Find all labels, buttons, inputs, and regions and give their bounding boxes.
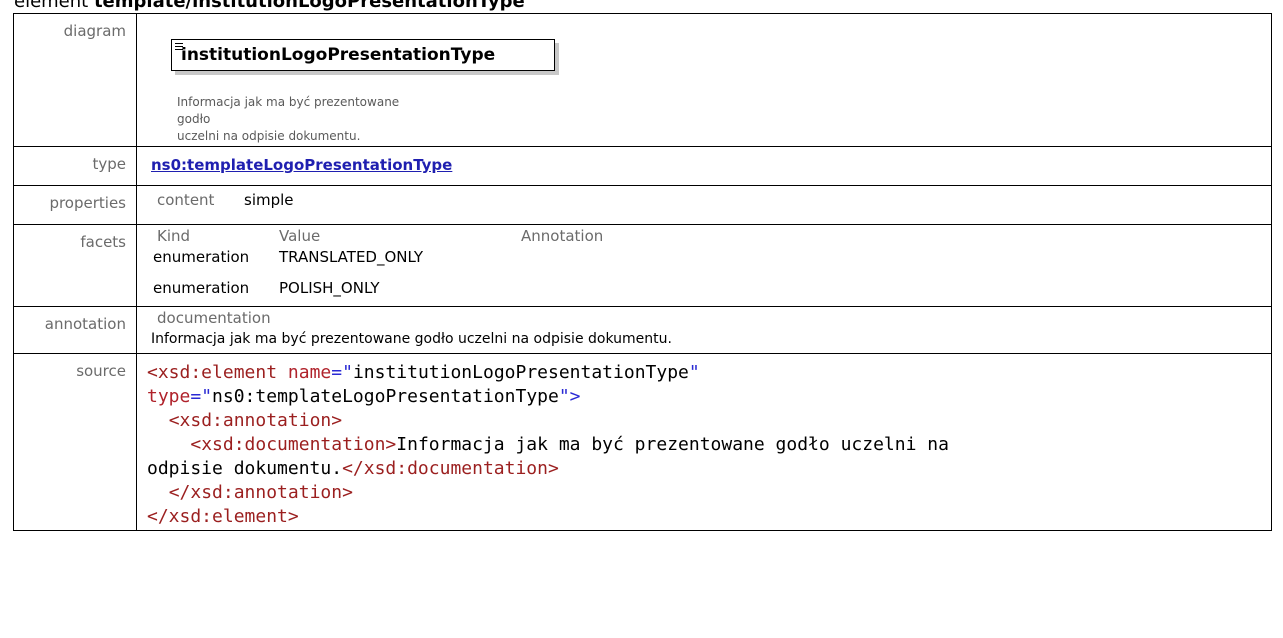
property-key: content	[157, 191, 215, 209]
facets-cell: Kind Value Annotation enumeration TRANSL…	[136, 224, 1272, 307]
diagram-doc-line2: uczelni na odpisie dokumentu.	[177, 129, 361, 143]
diagram-row: diagram institutionLogoPresentationType …	[13, 13, 1272, 147]
diagram-doc-line1: Informacja jak ma być prezentowane godło	[177, 95, 400, 126]
code-tag: <xsd:documentation>	[190, 434, 397, 455]
annotation-value: Informacja jak ma być prezentowane godło…	[151, 331, 672, 347]
source-label: source	[13, 353, 137, 531]
facets-label: facets	[13, 224, 137, 307]
diagram-element-box[interactable]: institutionLogoPresentationType	[171, 39, 555, 71]
code-text: odpisie dokumentu.	[147, 458, 343, 479]
facet-value: TRANSLATED_ONLY	[279, 248, 424, 266]
type-cell: ns0:templateLogoPresentationType	[136, 146, 1272, 186]
code-value: institutionLogoPresentationType	[352, 362, 689, 383]
annotation-cell: documentation Informacja jak ma być prez…	[136, 306, 1272, 354]
facets-header-annotation: Annotation	[521, 227, 604, 245]
source-row: source <xsd:element name="institutionLog…	[13, 353, 1272, 531]
code-tag: </xsd:element>	[147, 506, 299, 527]
code-tag: <xsd:annotation>	[168, 410, 343, 431]
annotation-row: annotation documentation Informacja jak …	[13, 306, 1272, 354]
type-label: type	[13, 146, 137, 186]
diagram-cell: institutionLogoPresentationType Informac…	[136, 13, 1272, 147]
properties-label: properties	[13, 185, 137, 225]
code-tag: </xsd:documentation>	[342, 458, 559, 479]
code-punct: ">	[558, 386, 581, 407]
annotation-label: annotation	[13, 306, 137, 354]
source-code: <xsd:element name="institutionLogoPresen…	[147, 361, 949, 529]
code-attr: type	[147, 386, 191, 407]
facets-row: facets Kind Value Annotation enumeration…	[13, 224, 1272, 307]
code-attr: name	[287, 362, 332, 383]
property-value: simple	[244, 191, 294, 209]
code-punct: ="	[190, 386, 213, 407]
diagram-label: diagram	[13, 13, 137, 147]
page-title-prefix: element	[14, 0, 94, 12]
diagram-element-name: institutionLogoPresentationType	[181, 45, 496, 65]
facet-kind: enumeration	[153, 248, 250, 266]
code-tag: </xsd:annotation>	[168, 482, 353, 503]
diagram-documentation: Informacja jak ma być prezentowane godło…	[177, 94, 417, 145]
facet-kind: enumeration	[153, 279, 250, 297]
page-title-name: template/institutionLogoPresentationType	[93, 0, 525, 12]
code-punct: "	[688, 362, 700, 383]
page-title: element template/institutionLogoPresenta…	[14, 0, 525, 13]
source-cell: <xsd:element name="institutionLogoPresen…	[136, 353, 1272, 531]
code-value: ns0:templateLogoPresentationType	[212, 386, 559, 407]
annotation-key: documentation	[157, 309, 271, 327]
facets-header-kind: Kind	[157, 227, 191, 245]
facet-value: POLISH_ONLY	[279, 279, 380, 297]
properties-row: properties content simple	[13, 185, 1272, 225]
properties-cell: content simple	[136, 185, 1272, 225]
type-row: type ns0:templateLogoPresentationType	[13, 146, 1272, 186]
facets-header-value: Value	[279, 227, 321, 245]
type-link[interactable]: ns0:templateLogoPresentationType	[151, 156, 452, 174]
element-doc-table: diagram institutionLogoPresentationType …	[13, 13, 1272, 531]
code-text: Informacja jak ma być prezentowane godło…	[396, 434, 949, 455]
code-tag: <xsd:element	[147, 362, 278, 383]
code-punct: ="	[331, 362, 353, 383]
